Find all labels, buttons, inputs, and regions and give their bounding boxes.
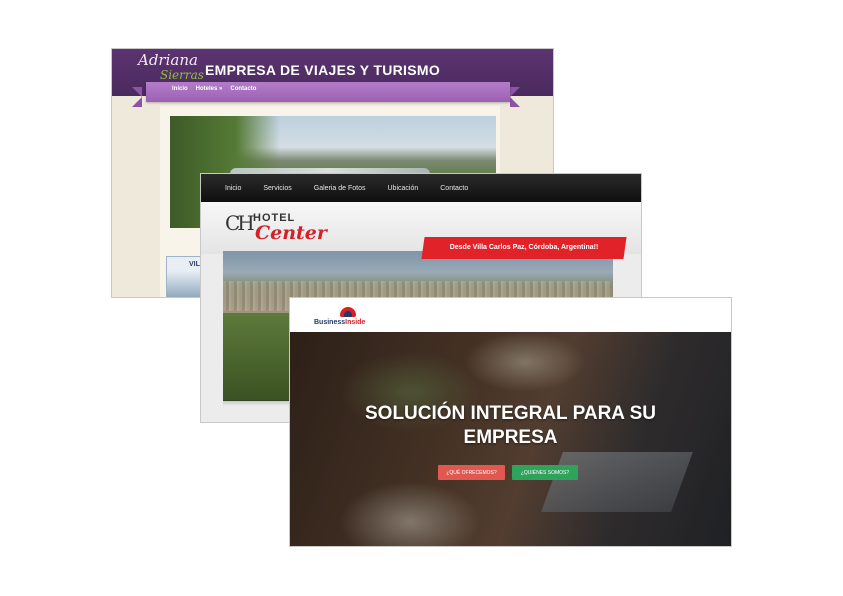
business-logo-text[interactable]: BusinessInside <box>314 319 365 326</box>
adriana-nav-inicio[interactable]: Inicio <box>172 86 188 92</box>
adriana-site-title: EMPRESA DE VIAJES Y TURISMO <box>205 62 441 78</box>
adriana-logo-line1: Adriana <box>138 51 198 69</box>
business-hero: SOLUCIÓN INTEGRAL PARA SU EMPRESA ¿QUÉ O… <box>290 332 731 546</box>
hotel-nav-inicio[interactable]: Inicio <box>225 185 241 192</box>
hotel-nav-contacto[interactable]: Contacto <box>440 185 468 192</box>
quienes-somos-button[interactable]: ¿QUIÉNES SOMOS? <box>512 465 578 480</box>
headline-line2: EMPRESA <box>463 427 558 448</box>
hotel-nav-bar: Inicio Servicios Galeria de Fotos Ubicac… <box>201 174 641 202</box>
business-inside-website-screenshot: BusinessInside SOLUCIÓN INTEGRAL PARA SU… <box>289 297 732 547</box>
hotel-nav-galeria[interactable]: Galeria de Fotos <box>314 185 366 192</box>
hotel-nav-servicios[interactable]: Servicios <box>263 185 291 192</box>
adriana-logo: Adriana Sierras <box>138 53 204 83</box>
business-logo-prefix: Business <box>314 319 346 326</box>
adriana-nav: Inicio Hoteles » Contacto <box>172 86 256 92</box>
headline-line1: SOLUCIÓN INTEGRAL PARA SU <box>365 403 656 424</box>
adriana-logo-line2: Sierras <box>160 68 204 82</box>
business-top-bar: BusinessInside <box>290 298 731 332</box>
ribbon-tail-right <box>510 87 520 107</box>
que-ofrecemos-button[interactable]: ¿QUÉ OFRECEMOS? <box>438 465 505 480</box>
business-logo-suffix: Inside <box>345 319 366 326</box>
business-logo-icon <box>340 307 356 317</box>
adriana-nav-ribbon: Inicio Hoteles » Contacto <box>146 82 510 102</box>
hotel-logo-center: Center <box>255 222 327 244</box>
thumbnail-label: VIL <box>189 261 200 268</box>
hotel-banner-text: Desde Villa Carlos Paz, Córdoba, Argenti… <box>449 244 599 251</box>
hotel-nav-ubicacion[interactable]: Ubicación <box>388 185 419 192</box>
adriana-nav-contacto[interactable]: Contacto <box>230 86 256 92</box>
hotel-logo-mark: CH <box>225 211 255 235</box>
hotel-location-banner: Desde Villa Carlos Paz, Córdoba, Argenti… <box>421 237 627 259</box>
business-headline: SOLUCIÓN INTEGRAL PARA SU EMPRESA <box>290 402 731 450</box>
ribbon-tail-left <box>132 87 142 107</box>
adriana-nav-hoteles[interactable]: Hoteles » <box>196 86 223 92</box>
